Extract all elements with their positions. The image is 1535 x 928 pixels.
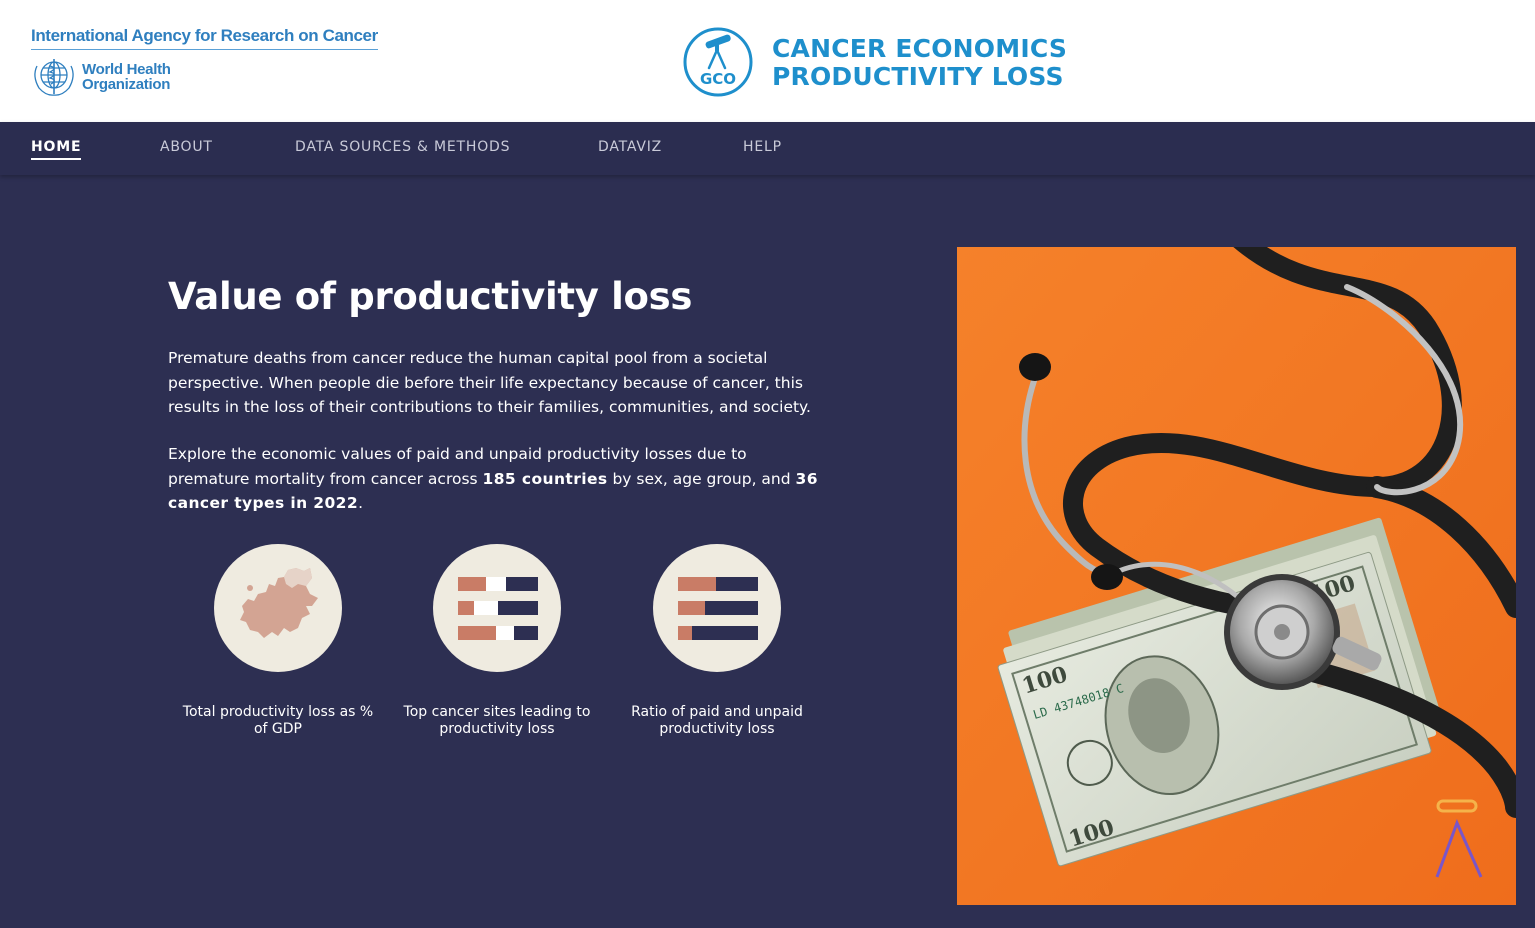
explore-countries-count: 185 countries — [482, 469, 608, 488]
who-emblem-icon — [34, 59, 74, 96]
who-logo[interactable]: World Health Organization — [31, 56, 171, 98]
gco-telescope-logo-icon[interactable]: GCO — [682, 26, 754, 98]
site-title-line1: CANCER ECONOMICS — [772, 34, 1068, 63]
nav-help[interactable]: HELP — [743, 139, 782, 155]
gco-logo-text: GCO — [700, 70, 736, 88]
main-nav: HOME ABOUT DATA SOURCES & METHODS DATAVI… — [0, 122, 1535, 175]
nav-about[interactable]: ABOUT — [160, 139, 213, 155]
card-paid-unpaid-ratio-circle — [653, 544, 781, 672]
nav-dataviz[interactable]: DATAVIZ — [598, 139, 662, 155]
who-name-line1: World Health — [82, 61, 171, 78]
iarc-logo-text[interactable]: International Agency for Research on Can… — [31, 26, 378, 50]
site-title[interactable]: CANCER ECONOMICS PRODUCTIVITY LOSS — [772, 35, 1067, 91]
page-title: Value of productivity loss — [168, 275, 693, 318]
who-name: World Health Organization — [82, 62, 171, 92]
nav-home[interactable]: HOME — [31, 139, 82, 160]
europe-map-icon — [240, 568, 318, 638]
explore-text-3: . — [358, 494, 363, 512]
card-paid-unpaid-ratio-label: Ratio of paid and unpaid productivity lo… — [631, 704, 803, 737]
nav-data-sources-methods[interactable]: DATA SOURCES & METHODS — [295, 139, 510, 155]
site-title-line2: PRODUCTIVITY LOSS — [772, 62, 1064, 91]
site-header: International Agency for Research on Can… — [0, 0, 1535, 122]
card-gdp-loss-label: Total productivity loss as % of GDP — [182, 704, 374, 737]
who-name-line2: Organization — [82, 76, 171, 93]
explore-text-2: by sex, age group, and — [607, 469, 796, 488]
stethoscope-money-photo: 100 100 LD 43748018 C 100 — [957, 247, 1516, 905]
card-top-cancer-sites[interactable]: Top cancer sites leading to productivity… — [397, 544, 597, 738]
stethoscope-on-dollar-bills-image: 100 100 LD 43748018 C 100 — [957, 247, 1516, 905]
card-top-cancer-sites-circle — [433, 544, 561, 672]
card-top-cancer-sites-label: Top cancer sites leading to productivity… — [403, 704, 591, 737]
card-gdp-loss[interactable]: Total productivity loss as % of GDP — [178, 544, 378, 738]
intro-paragraph: Premature deaths from cancer reduce the … — [168, 349, 811, 416]
card-gdp-loss-circle — [214, 544, 342, 672]
explore-paragraph: Explore the economic values of paid and … — [168, 442, 828, 516]
card-paid-unpaid-ratio[interactable]: Ratio of paid and unpaid productivity lo… — [617, 544, 817, 738]
